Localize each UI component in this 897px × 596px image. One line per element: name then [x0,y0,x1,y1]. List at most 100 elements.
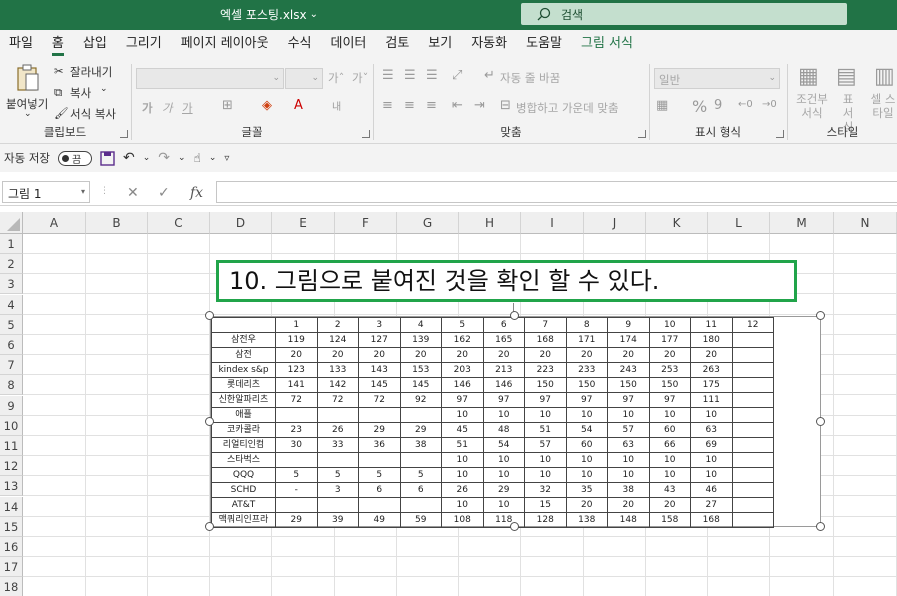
save-icon[interactable] [100,150,115,166]
chevron-down-icon[interactable]: ⌄ [143,153,151,163]
menu-tab[interactable]: 보기 [428,30,452,58]
orientation-icon[interactable]: ⤢ [452,68,462,83]
font-color-icon[interactable]: A [294,98,303,113]
document-title[interactable]: 엑셀 포스팅.xlsx ⌄ [220,6,318,23]
phonetic-icon[interactable]: 내 [332,98,341,113]
accounting-icon[interactable]: ▦ [656,98,668,113]
row-header[interactable]: 12 [0,456,23,477]
menu-tab[interactable]: 파일 [9,30,33,58]
fill-color-icon[interactable]: ◈ [262,98,272,113]
insert-function-button[interactable]: fx [190,185,203,201]
menu-tab[interactable]: 도움말 [526,30,562,58]
font-size-dropdown[interactable]: ⌄ [285,68,323,89]
row-header[interactable]: 4 [0,294,23,315]
cell-style-label[interactable]: 셀 스타일 [868,92,897,120]
align-right-icon[interactable]: ≡ [426,98,437,113]
touch-mode-icon[interactable]: ☝ [194,151,201,165]
row-header[interactable]: 10 [0,415,23,436]
row-header[interactable]: 15 [0,516,23,537]
column-header[interactable]: J [584,212,646,234]
column-header[interactable]: K [646,212,708,234]
resize-handle[interactable] [816,522,825,531]
row-header[interactable]: 1 [0,234,23,254]
column-header[interactable]: H [459,212,521,234]
row-header[interactable]: 8 [0,375,23,396]
resize-handle[interactable] [205,417,214,426]
text-box[interactable]: 10. 그림으로 붙여진 것을 확인 할 수 있다. [216,260,797,302]
column-header[interactable]: I [521,212,584,234]
paste-button[interactable]: 붙여넣기 ⌄ [6,62,48,122]
menu-tab[interactable]: 자동화 [471,30,507,58]
conditional-format-icon[interactable]: ▦ [798,64,819,89]
decrease-decimal-icon[interactable]: →0 [762,99,777,110]
dialog-launcher-icon[interactable] [776,130,784,138]
column-header[interactable]: B [86,212,148,234]
column-header[interactable]: F [335,212,397,234]
cell-style-icon[interactable]: ▥ [874,64,895,89]
underline-button[interactable]: 가 [182,100,193,116]
row-header[interactable]: 16 [0,537,23,557]
format-table-icon[interactable]: ▤ [836,64,857,89]
align-bottom-icon[interactable]: ☰ [426,68,438,83]
align-left-icon[interactable]: ≡ [382,98,393,113]
select-all-button[interactable] [0,212,23,234]
row-header[interactable]: 3 [0,274,23,295]
merge-center-button[interactable]: 병합하고 가운데 맞춤 [516,100,619,116]
row-header[interactable]: 14 [0,496,23,517]
menu-tab[interactable]: 삽입 [83,30,107,58]
percent-button[interactable]: % [692,97,707,116]
column-header[interactable]: D [210,212,272,234]
redo-icon[interactable]: ↷ [158,150,170,166]
conditional-format-label[interactable]: 조건부 서식 [794,92,830,120]
formula-input[interactable] [216,181,897,203]
row-header[interactable]: 17 [0,557,23,578]
decrease-indent-icon[interactable]: ⇤ [452,98,463,113]
column-header[interactable]: M [770,212,834,234]
row-header[interactable]: 5 [0,314,23,335]
row-header[interactable]: 2 [0,254,23,275]
column-header[interactable]: A [23,212,86,234]
cancel-icon[interactable]: ✕ [127,185,139,201]
pasted-picture[interactable]: 1 2 3 4 5 6 7 8 9 10 11 12 삼전우 119 124 127 139 162 165 168 1… [210,316,821,528]
name-box[interactable]: 그림 1 ▾ [2,181,90,203]
menu-tab[interactable]: 홈 [51,30,64,58]
row-header[interactable]: 11 [0,436,23,456]
row-header[interactable]: 7 [0,355,23,376]
resize-handle[interactable] [205,311,214,320]
row-header[interactable]: 9 [0,395,23,416]
enter-icon[interactable]: ✓ [158,185,170,201]
column-header[interactable]: L [708,212,770,234]
chevron-down-icon[interactable]: ⌄ [209,153,217,163]
autosave-toggle[interactable]: 끔 [57,150,92,166]
dialog-launcher-icon[interactable] [362,130,370,138]
dialog-launcher-icon[interactable] [120,130,128,138]
align-center-icon[interactable]: ≡ [404,98,415,113]
row-header[interactable]: 6 [0,335,23,355]
font-name-dropdown[interactable]: ⌄ [136,68,284,89]
increase-decimal-icon[interactable]: ←0 [738,99,753,110]
column-header[interactable]: C [148,212,210,234]
resize-handle[interactable] [816,417,825,426]
comma-button[interactable]: 9 [714,98,722,113]
column-header[interactable]: E [272,212,335,234]
decrease-font-button[interactable]: 가ˇ [352,70,368,86]
increase-indent-icon[interactable]: ⇥ [474,98,485,113]
row-header[interactable]: 13 [0,476,23,497]
resize-handle[interactable] [510,522,519,531]
search-box[interactable]: 검색 [521,3,847,25]
border-icon[interactable]: ⊞ [222,98,233,113]
number-format-dropdown[interactable]: 일반 ⌄ [654,68,780,89]
menu-tab[interactable]: 데이터 [330,30,366,58]
chevron-down-icon[interactable]: ⌄ [178,153,186,163]
resize-handle[interactable] [816,311,825,320]
resize-handle[interactable] [205,522,214,531]
undo-icon[interactable]: ↶ [123,150,135,166]
dialog-launcher-icon[interactable] [638,130,646,138]
menu-tab[interactable]: 수식 [288,30,312,58]
menu-tab[interactable]: 그리기 [126,30,162,58]
column-header[interactable]: N [834,212,897,234]
align-top-icon[interactable]: ☰ [382,68,394,83]
align-middle-icon[interactable]: ☰ [404,68,416,83]
resize-handle[interactable] [510,311,519,320]
increase-font-button[interactable]: 가ˆ [328,70,344,86]
